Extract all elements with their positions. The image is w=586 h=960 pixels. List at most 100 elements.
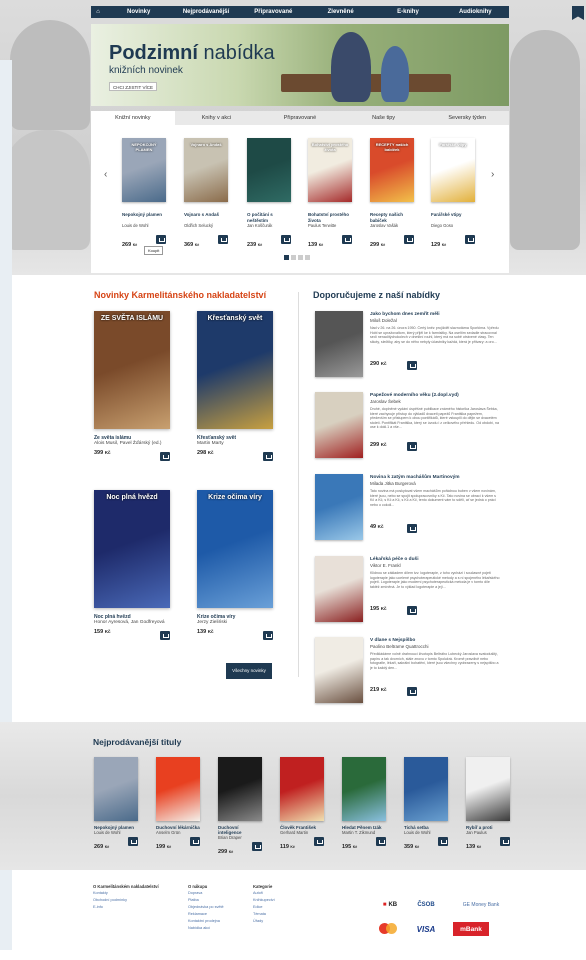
footer-link[interactable]: Edice xyxy=(253,904,275,911)
cart-button[interactable] xyxy=(160,452,170,461)
carousel-book-card[interactable]: NEPOKOJNÝ PLAMEN Nepokojný plamen Louis de… xyxy=(122,138,166,255)
book-cover[interactable] xyxy=(315,311,363,377)
book-cover[interactable]: RECEPTY našich babiček xyxy=(370,138,414,202)
book-cover[interactable] xyxy=(404,757,448,821)
book-title[interactable]: Vojnaro s Andaš xyxy=(184,212,228,223)
nav-item-novinky[interactable]: Novinky xyxy=(105,9,172,15)
cart-button[interactable] xyxy=(314,837,324,846)
cart-button[interactable] xyxy=(465,235,475,244)
footer-link[interactable]: Platba xyxy=(188,897,224,904)
book-cover[interactable]: Bohatství prostého života xyxy=(308,138,352,202)
cart-button[interactable] xyxy=(160,631,170,640)
novinky-book-card[interactable]: Krize očima víry Krize očima víry Jerzy Zi… xyxy=(197,490,273,641)
cart-button[interactable] xyxy=(407,524,417,533)
bestseller-book-card[interactable]: Člověk František Gerhard Martin 119 Kč xyxy=(280,757,324,850)
cart-button[interactable] xyxy=(407,442,417,451)
footer-link[interactable]: Objednávka po světě xyxy=(188,904,224,911)
footer-link[interactable]: Knihkupectví xyxy=(253,897,275,904)
bestseller-book-card[interactable]: Rybíř a proti Jan Paulus 139 Kč xyxy=(466,757,510,850)
footer-link[interactable]: Doprava xyxy=(188,890,224,897)
bestseller-book-card[interactable]: Nepokojný plamen Louis de Wohl 269 Kč xyxy=(94,757,138,850)
recommended-item[interactable]: Papežové moderního věku (2.dopl.vyd) Jaro… xyxy=(315,392,505,458)
book-title[interactable]: Nepokojný plamen xyxy=(122,212,166,223)
carousel-book-card[interactable]: Farářské vtipy Farářské vtipy Diego Goso 12… xyxy=(431,138,475,248)
footer-link[interactable]: Kontaktní prodejna xyxy=(188,918,224,925)
recommended-item[interactable]: Lékařská péče o duši Viktor E. Frankl Klid… xyxy=(315,556,505,622)
novinky-book-card[interactable]: Křesťanský svět Křesťanský svět Martin Mar… xyxy=(197,311,273,462)
book-cover[interactable]: Farářské vtipy xyxy=(431,138,475,202)
carousel-book-card[interactable]: O počítání s neštěstím Jan Koščurák 239 Kč xyxy=(247,138,291,248)
book-cover[interactable]: Noc plná hvězd xyxy=(94,490,170,608)
recommended-item[interactable]: Jako bychom dnes zemřít měli Miloš Doleža… xyxy=(315,311,505,377)
page-dot[interactable] xyxy=(298,255,303,260)
all-novinky-button[interactable]: Všechny novinky xyxy=(226,663,272,679)
footer-link[interactable]: Autoři xyxy=(253,890,275,897)
bestseller-book-card[interactable]: Tichá setba Louis de Wohl 359 Kč xyxy=(404,757,448,850)
book-cover[interactable] xyxy=(218,757,262,821)
book-cover[interactable]: NEPOKOJNÝ PLAMEN xyxy=(122,138,166,202)
book-title[interactable]: O počítání s neštěstím xyxy=(247,212,291,223)
cart-button[interactable] xyxy=(407,687,417,696)
cart-button[interactable] xyxy=(128,837,138,846)
novinky-book-card[interactable]: Noc plná hvězd Noc plná hvězd Honor Ayreso… xyxy=(94,490,170,641)
recommended-item[interactable]: V dlane s Nejspíšbo Paolino Beltrame Quat… xyxy=(315,637,505,703)
book-cover[interactable] xyxy=(315,392,363,458)
carousel-prev-arrow[interactable]: ‹ xyxy=(104,169,107,180)
carousel-book-card[interactable]: RECEPTY našich babiček Recepty našich bab… xyxy=(370,138,414,248)
footer-link[interactable]: Reklamace xyxy=(188,911,224,918)
carousel-next-arrow[interactable]: › xyxy=(491,169,494,180)
book-title[interactable]: Recepty našich babiček xyxy=(370,212,414,223)
book-cover[interactable] xyxy=(466,757,510,821)
bestseller-book-card[interactable]: Duchovní inteligence Brian Draper 299 Kč xyxy=(218,757,262,855)
nav-item-zlevnene[interactable]: Zlevněné xyxy=(307,9,374,15)
home-icon[interactable]: ⌂ xyxy=(91,9,105,15)
cart-button[interactable] xyxy=(404,235,414,244)
book-cover[interactable]: Krize očima víry xyxy=(197,490,273,608)
carousel-book-card[interactable]: Bohatství prostého života Bohatství prost… xyxy=(308,138,352,248)
cart-button[interactable] xyxy=(263,452,273,461)
cart-button[interactable] xyxy=(376,837,386,846)
book-cover[interactable] xyxy=(156,757,200,821)
cart-button[interactable] xyxy=(407,361,417,370)
hero-button[interactable]: CHCI ZJISTIT VÍCE xyxy=(109,82,157,91)
book-title[interactable]: Papežové moderního věku (2.dopl.vyd) xyxy=(370,393,459,398)
book-title[interactable]: Duchovní inteligence xyxy=(218,825,262,835)
book-cover[interactable]: ZE SVĚTA ISLÁMU xyxy=(94,311,170,429)
tab-pripravovane[interactable]: Připravované xyxy=(258,111,342,125)
cart-button[interactable] xyxy=(281,235,291,244)
book-title[interactable]: V dlane s Nejspíšbo xyxy=(370,638,415,643)
footer-link[interactable]: E-info xyxy=(93,904,127,911)
book-cover[interactable] xyxy=(315,474,363,540)
book-cover[interactable] xyxy=(315,637,363,703)
cart-button[interactable] xyxy=(500,837,510,846)
cart-button[interactable] xyxy=(252,842,262,851)
bestseller-book-card[interactable]: Hledat Pěnem Izák Martin T. Zikmund 195 Kč xyxy=(342,757,386,850)
nav-item-audioknihy[interactable]: Audioknihy xyxy=(442,9,509,15)
book-cover[interactable] xyxy=(315,556,363,622)
nav-item-pripravovane[interactable]: Připravované xyxy=(240,9,307,15)
tab-seversky-tyden[interactable]: Seversky týden xyxy=(425,111,509,125)
tab-knizni-novinky[interactable]: Knižní novinky xyxy=(91,111,175,125)
book-title[interactable]: Bohatství prostého života xyxy=(308,212,352,223)
cart-button[interactable] xyxy=(156,235,166,244)
book-title[interactable]: Lékařská péče o duši xyxy=(370,557,419,562)
cart-button[interactable] xyxy=(407,606,417,615)
footer-link[interactable]: Témata xyxy=(253,911,275,918)
cart-button[interactable] xyxy=(263,631,273,640)
book-title[interactable]: Jako bychom dnes zemřít měli xyxy=(370,312,440,317)
page-dot[interactable] xyxy=(305,255,310,260)
cart-button[interactable] xyxy=(342,235,352,244)
footer-link[interactable]: Obchodní podmínky xyxy=(93,897,127,904)
book-title[interactable]: Novina k zatým machášům Martinovým xyxy=(370,475,460,480)
book-cover[interactable]: Vojnaro s Andaš xyxy=(184,138,228,202)
footer-link[interactable]: Úřady xyxy=(253,918,275,925)
cart-button[interactable] xyxy=(218,235,228,244)
book-cover[interactable] xyxy=(342,757,386,821)
carousel-book-card[interactable]: Vojnaro s Andaš Vojnaro s Andaš Oldřich Se… xyxy=(184,138,228,248)
page-dot[interactable] xyxy=(291,255,296,260)
tab-knihy-v-akci[interactable]: Knihy v akci xyxy=(175,111,259,125)
cart-button[interactable] xyxy=(190,837,200,846)
page-dot[interactable] xyxy=(284,255,289,260)
novinky-book-card[interactable]: ZE SVĚTA ISLÁMU Ze světa islámu Alois Musi… xyxy=(94,311,170,462)
book-title[interactable]: Farářské vtipy xyxy=(431,212,475,223)
